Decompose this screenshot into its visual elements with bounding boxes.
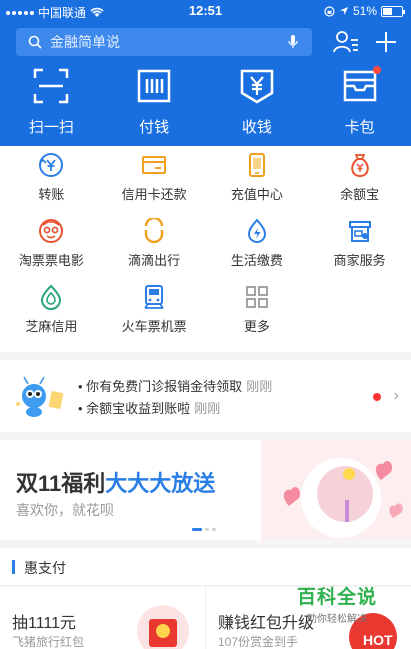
- pay-barcode-icon: [137, 69, 171, 103]
- grid-label: 生活缴费: [230, 253, 283, 268]
- grid-item-yuebao[interactable]: 余额宝: [308, 152, 411, 218]
- status-bar: 中国联通 12:51 51%: [0, 0, 411, 22]
- grid-label: 火车票机票: [121, 319, 187, 334]
- notice-line-2: • 余额宝收益到账啦 刚刚: [78, 401, 221, 416]
- grid-item-transfer[interactable]: 转账: [0, 152, 103, 218]
- scan-button[interactable]: 扫一扫: [0, 68, 103, 138]
- grid-item-train-ticket[interactable]: 火车票机票: [103, 284, 206, 350]
- banner-subtitle: 喜欢你，就花呗: [16, 502, 114, 518]
- rotation-lock-icon: [324, 5, 335, 17]
- microphone-icon[interactable]: [288, 34, 298, 50]
- promo-card-1[interactable]: 抽1111元 飞猪旅行红包: [0, 587, 206, 649]
- add-icon[interactable]: [372, 28, 400, 56]
- search-input[interactable]: 金融简单说: [16, 28, 312, 56]
- location-arrow-icon: [339, 7, 348, 15]
- battery-icon: [381, 5, 405, 17]
- service-grid: 转账 信用卡还款 充值中心 余额宝 淘票票电影 滴滴出行 生活缴费 商家服务 芝…: [0, 146, 411, 352]
- transfer-icon: [39, 153, 64, 177]
- grid-item-merchant[interactable]: 商家服务: [308, 218, 411, 284]
- movie-icon: [39, 219, 64, 243]
- grid-label: 转账: [38, 187, 65, 202]
- grid-item-sesame-credit[interactable]: 芝麻信用: [0, 284, 103, 350]
- grid-label: 充值中心: [230, 187, 283, 202]
- battery-percent: 51%: [352, 4, 377, 18]
- train-ticket-icon: [144, 285, 164, 309]
- grid-label: 芝麻信用: [25, 319, 78, 334]
- pay-label: 付钱: [139, 119, 170, 136]
- grid-label: 余额宝: [340, 187, 380, 202]
- notice-line-1: • 你有免费门诊报销金待领取 刚刚: [78, 379, 273, 394]
- notification-dot: [373, 66, 381, 74]
- card-wallet-icon: [343, 70, 376, 102]
- didi-icon: [144, 218, 164, 244]
- red-envelope-icon: [137, 605, 189, 649]
- section-header: 惠支付: [0, 548, 411, 586]
- svg-text:HOT: HOT: [363, 632, 393, 648]
- grid-item-credit-card[interactable]: 信用卡还款: [103, 152, 206, 218]
- promo-banner[interactable]: 双11福利大大大放送 喜欢你，就花呗: [0, 440, 411, 540]
- search-icon: [28, 35, 42, 49]
- banner-title: 双11福利大大大放送: [16, 471, 216, 496]
- money-bag-icon: [350, 154, 369, 178]
- grid-item-movie[interactable]: 淘票票电影: [0, 218, 103, 284]
- grid-label: 商家服务: [333, 253, 386, 268]
- receive-money-icon: [240, 69, 274, 104]
- phone-recharge-icon: [248, 153, 265, 177]
- watermark: 百科全说 助你轻松解决: [297, 582, 377, 625]
- grid-item-empty: [308, 284, 411, 350]
- notification-card[interactable]: • 你有免费门诊报销金待领取 刚刚 • 余额宝收益到账啦 刚刚 ›: [0, 360, 411, 432]
- card-title: 抽1111元: [12, 615, 77, 632]
- banner-illustration: [261, 440, 411, 540]
- header: 中国联通 12:51 51% 金融简单说 扫一扫 付钱 收钱 卡包: [0, 0, 411, 146]
- grid-label: 更多: [243, 319, 270, 334]
- watermark-title: 百科全说: [296, 587, 377, 608]
- chevron-right-icon: ›: [393, 387, 399, 404]
- card-subtitle: 107份赏金到手: [218, 635, 299, 649]
- merchant-icon: [348, 221, 371, 242]
- utility-bill-icon: [247, 218, 266, 243]
- grid-label: 淘票票电影: [18, 253, 84, 268]
- banner-pagination: [192, 528, 216, 531]
- credit-card-icon: [142, 156, 167, 174]
- grid-item-didi[interactable]: 滴滴出行: [103, 218, 206, 284]
- scan-icon: [34, 68, 69, 104]
- grid-item-more[interactable]: 更多: [206, 284, 309, 350]
- sesame-credit-icon: [41, 284, 62, 310]
- card-subtitle: 飞猪旅行红包: [12, 635, 85, 649]
- watermark-subtitle: 助你轻松解决: [306, 614, 367, 625]
- search-placeholder: 金融简单说: [50, 34, 120, 50]
- grid-label: 滴滴出行: [128, 253, 181, 268]
- grid-item-utility[interactable]: 生活缴费: [206, 218, 309, 284]
- more-grid-icon: [245, 286, 268, 308]
- top-actions: 扫一扫 付钱 收钱 卡包: [0, 66, 411, 138]
- card-wallet-label: 卡包: [344, 119, 375, 136]
- pay-button[interactable]: 付钱: [103, 68, 206, 138]
- receive-money-label: 收钱: [241, 119, 272, 136]
- grid-label: 信用卡还款: [121, 187, 187, 202]
- section-title: 惠支付: [24, 560, 66, 576]
- unread-dot: [373, 393, 381, 401]
- grid-item-recharge[interactable]: 充值中心: [206, 152, 309, 218]
- scan-label: 扫一扫: [28, 119, 74, 136]
- receive-money-button[interactable]: 收钱: [206, 68, 309, 138]
- card-wallet-button[interactable]: 卡包: [308, 66, 411, 138]
- ant-mascot-icon: [16, 376, 64, 417]
- contacts-icon[interactable]: [332, 28, 360, 56]
